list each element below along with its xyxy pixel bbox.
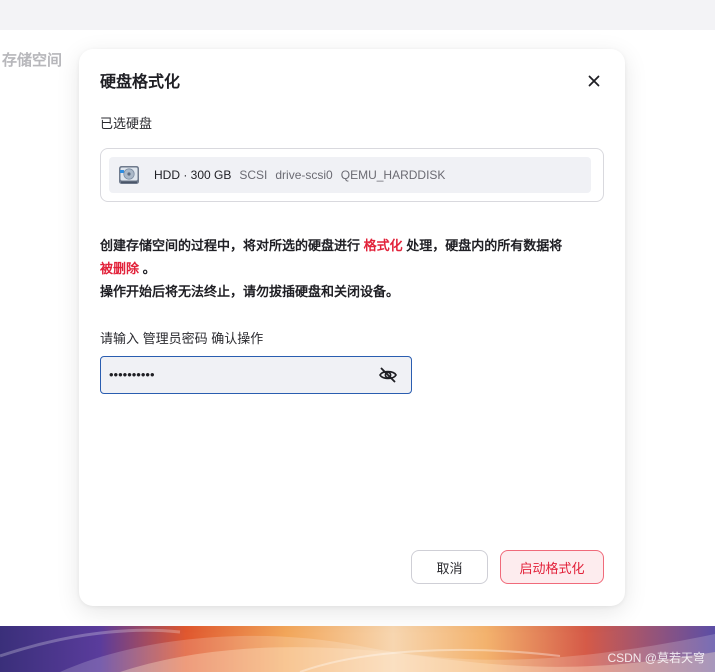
selected-disk-box: HDD · 300 GB SCSI drive-scsi0 QEMU_HARDD… [100, 148, 604, 202]
selected-disk-label: 已选硬盘 [100, 116, 153, 131]
warning-text-line2: 操作开始后将无法终止，请勿拔插硬盘和关闭设备。 [100, 284, 400, 299]
eye-off-icon [379, 367, 397, 383]
warning-text-part3: 。 [139, 261, 156, 276]
background-page-title: 存储空间 [2, 52, 63, 69]
disk-device-id: drive-scsi0 [275, 168, 333, 182]
close-button[interactable] [582, 69, 606, 93]
password-label: 请输入 管理员密码 确认操作 [100, 331, 264, 346]
close-icon [588, 75, 600, 87]
start-format-button[interactable]: 启动格式化 [500, 550, 604, 584]
format-disk-dialog: 硬盘格式化 已选硬盘 HDD · 300 GB SCSI drive-scsi0… [79, 49, 625, 606]
toggle-password-visibility-button[interactable] [377, 364, 399, 386]
disk-interface: SCSI [239, 168, 268, 182]
dialog-title: 硬盘格式化 [100, 74, 181, 91]
disk-model: QEMU_HARDDISK [340, 168, 446, 182]
warning-text-part2: 处理，硬盘内的所有数据将 [402, 238, 563, 253]
disk-name: HDD · 300 GB [154, 168, 232, 182]
warning-highlight-format: 格式化 [363, 238, 403, 253]
top-bar [0, 0, 715, 30]
cancel-button[interactable]: 取消 [411, 550, 488, 584]
warning-text-part1: 创建存储空间的过程中，将对所选的硬盘进行 [100, 238, 364, 253]
admin-password-input[interactable]: •••••••••• [100, 356, 412, 394]
format-warning: 创建存储空间的过程中，将对所选的硬盘进行 格式化 处理，硬盘内的所有数据将 被删… [100, 234, 606, 303]
watermark: CSDN @莫若天穹 [607, 651, 705, 665]
password-value[interactable]: •••••••••• [109, 357, 155, 393]
wallpaper: CSDN @莫若天穹 [0, 626, 715, 672]
disk-item: HDD · 300 GB SCSI drive-scsi0 QEMU_HARDD… [109, 157, 591, 193]
warning-highlight-delete: 被删除 [100, 261, 140, 276]
hard-disk-icon [119, 166, 139, 184]
